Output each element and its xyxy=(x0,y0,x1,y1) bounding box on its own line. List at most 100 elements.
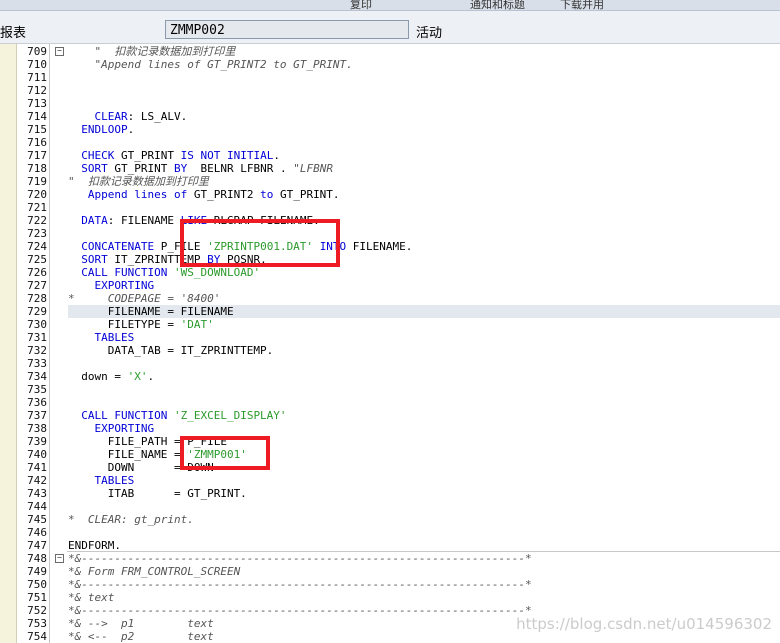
program-name-field[interactable]: ZMMP002 xyxy=(165,20,409,39)
code-line[interactable]: 710 "Append lines of GT_PRINT2 to GT_PRI… xyxy=(0,58,780,71)
code-keyword: CONCATENATE xyxy=(81,240,155,253)
code-line[interactable]: 726 CALL FUNCTION 'WS_DOWNLOAD' xyxy=(0,266,780,279)
line-number: 750 xyxy=(27,578,47,591)
code-text[interactable]: " 扣款记录数据加到打印里 xyxy=(68,175,209,188)
code-text[interactable]: *&--------------------------------------… xyxy=(68,604,532,617)
code-line[interactable]: 735 xyxy=(0,383,780,396)
code-line[interactable]: 736 xyxy=(0,396,780,409)
code-comment: " 扣款记录数据加到打印里 xyxy=(68,175,209,188)
code-text[interactable]: *& --> p1 text xyxy=(68,617,214,630)
code-line[interactable]: 718 SORT GT_PRINT BY BELNR LFBNR . "LFBN… xyxy=(0,162,780,175)
code-text[interactable]: CHECK GT_PRINT IS NOT INITIAL. xyxy=(68,149,280,162)
code-text[interactable]: SORT GT_PRINT BY BELNR LFBNR . "LFBNR xyxy=(68,162,333,175)
code-comment: *& Form FRM_CONTROL_SCREEN xyxy=(68,565,241,578)
code-line[interactable]: 729 FILENAME = FILENAME xyxy=(0,305,780,318)
code-line[interactable]: 723 xyxy=(0,227,780,240)
code-text[interactable]: CALL FUNCTION 'Z_EXCEL_DISPLAY' xyxy=(68,409,286,422)
code-line[interactable]: 709− " 扣款记录数据加到打印里 xyxy=(0,45,780,58)
code-text[interactable]: * CLEAR: gt_print. xyxy=(68,513,194,526)
code-line[interactable]: 724 CONCATENATE P_FILE 'ZPRINTP001.DAT' … xyxy=(0,240,780,253)
code-text[interactable]: ENDLOOP. xyxy=(68,123,134,136)
code-text[interactable]: * CODEPAGE = '8400' xyxy=(68,292,220,305)
code-text[interactable]: *& Form FRM_CONTROL_SCREEN xyxy=(68,565,240,578)
line-number: 721 xyxy=(27,201,47,214)
line-number: 731 xyxy=(27,331,47,344)
code-line[interactable]: 725 SORT IT_ZPRINTTEMP BY POSNR. xyxy=(0,253,780,266)
code-keyword: SORT xyxy=(81,253,108,266)
code-text[interactable]: EXPORTING xyxy=(68,279,155,292)
code-text[interactable]: FILETYPE = 'DAT' xyxy=(68,318,214,331)
code-text[interactable]: Append lines of GT_PRINT2 to GT_PRINT. xyxy=(68,188,340,201)
code-text[interactable]: CALL FUNCTION 'WS_DOWNLOAD' xyxy=(68,266,260,279)
code-line[interactable]: 746 xyxy=(0,526,780,539)
code-text[interactable]: "Append lines of GT_PRINT2 to GT_PRINT. xyxy=(68,58,352,71)
code-line[interactable]: 750 *&-----------------------------------… xyxy=(0,578,780,591)
code-text[interactable]: *&--------------------------------------… xyxy=(68,552,532,565)
code-text[interactable]: CLEAR: LS_ALV. xyxy=(68,110,188,123)
code-text[interactable]: TABLES xyxy=(68,331,135,344)
line-number: 709 xyxy=(27,45,47,58)
code-line[interactable]: 721 xyxy=(0,201,780,214)
code-line[interactable]: 722 DATA: FILENAME LIKE RLGRAP-FILENAME. xyxy=(0,214,780,227)
line-number: 716 xyxy=(27,136,47,149)
code-text[interactable]: FILENAME = FILENAME xyxy=(68,305,234,318)
code-line[interactable]: 715 ENDLOOP. xyxy=(0,123,780,136)
code-text[interactable]: EXPORTING xyxy=(68,422,155,435)
line-number: 752 xyxy=(27,604,47,617)
code-line[interactable]: 717 CHECK GT_PRINT IS NOT INITIAL. xyxy=(0,149,780,162)
toolbar-fragment[interactable]: 复印 xyxy=(350,0,372,10)
code-line[interactable]: 719 " 扣款记录数据加到打印里 xyxy=(0,175,780,188)
code-line[interactable]: 740 FILE_NAME = 'ZMMP001' xyxy=(0,448,780,461)
code-line[interactable]: 731 TABLES xyxy=(0,331,780,344)
code-line[interactable]: 741 DOWN = DOWN xyxy=(0,461,780,474)
code-string: 'X' xyxy=(127,370,148,383)
code-line[interactable]: 732 DATA_TAB = IT_ZPRINTTEMP. xyxy=(0,344,780,357)
code-text[interactable]: TABLES xyxy=(68,474,135,487)
watermark: https://blog.csdn.net/u014596302 xyxy=(516,615,772,633)
code-line[interactable]: 737 CALL FUNCTION 'Z_EXCEL_DISPLAY' xyxy=(0,409,780,422)
code-line[interactable]: 727 EXPORTING xyxy=(0,279,780,292)
toolbar-fragment[interactable]: 下载并用 xyxy=(560,0,604,10)
code-line[interactable]: 738 EXPORTING xyxy=(0,422,780,435)
code-comment: *& --> p1 text xyxy=(68,617,214,630)
code-line[interactable]: 748− *&----------------------------------… xyxy=(0,552,780,565)
abap-code-editor[interactable]: 709− " 扣款记录数据加到打印里 710 "Append lines of G… xyxy=(0,44,780,643)
collapse-icon[interactable]: − xyxy=(55,47,64,56)
code-line[interactable]: 743 ITAB = GT_PRINT. xyxy=(0,487,780,500)
code-line[interactable]: 728 * CODEPAGE = '8400' xyxy=(0,292,780,305)
code-line[interactable]: 713 xyxy=(0,97,780,110)
code-line[interactable]: 744 xyxy=(0,500,780,513)
line-number: 745 xyxy=(27,513,47,526)
code-text[interactable]: ENDFORM. xyxy=(68,539,121,552)
code-text[interactable]: down = 'X'. xyxy=(68,370,154,383)
code-line[interactable]: 739 FILE_PATH = P_FILE xyxy=(0,435,780,448)
code-line[interactable]: 734 down = 'X'. xyxy=(0,370,780,383)
code-text[interactable]: *& <-- p2 text xyxy=(68,630,214,643)
code-line[interactable]: 742 TABLES xyxy=(0,474,780,487)
code-line[interactable]: 751 *& text xyxy=(0,591,780,604)
code-text[interactable]: DATA_TAB = IT_ZPRINTTEMP. xyxy=(68,344,274,357)
code-line[interactable]: 712 xyxy=(0,84,780,97)
code-keyword: EXPORTING xyxy=(94,279,155,292)
collapse-icon[interactable]: − xyxy=(55,554,64,563)
code-line[interactable]: 714 CLEAR: LS_ALV. xyxy=(0,110,780,123)
toolbar-fragment[interactable]: 通知和标题 xyxy=(470,0,525,10)
code-comment: *& <-- p2 text xyxy=(68,630,214,643)
code-area[interactable]: 709− " 扣款记录数据加到打印里 710 "Append lines of G… xyxy=(0,44,780,643)
code-line[interactable]: 749 *& Form FRM_CONTROL_SCREEN xyxy=(0,565,780,578)
code-text[interactable]: *& text xyxy=(68,591,114,604)
code-line[interactable]: 720 Append lines of GT_PRINT2 to GT_PRIN… xyxy=(0,188,780,201)
code-text[interactable]: ITAB = GT_PRINT. xyxy=(68,487,247,500)
code-line[interactable]: 747 ENDFORM. xyxy=(0,539,780,552)
code-line[interactable]: 733 xyxy=(0,357,780,370)
code-line[interactable]: 745 * CLEAR: gt_print. xyxy=(0,513,780,526)
code-text[interactable]: " 扣款记录数据加到打印里 xyxy=(68,45,235,58)
code-token: . xyxy=(127,123,135,136)
code-text[interactable]: *&--------------------------------------… xyxy=(68,578,532,591)
code-line[interactable]: 730 FILETYPE = 'DAT' xyxy=(0,318,780,331)
code-keyword: CALL FUNCTION xyxy=(81,266,168,279)
code-line[interactable]: 716 xyxy=(0,136,780,149)
line-number: 733 xyxy=(27,357,47,370)
code-line[interactable]: 711 xyxy=(0,71,780,84)
